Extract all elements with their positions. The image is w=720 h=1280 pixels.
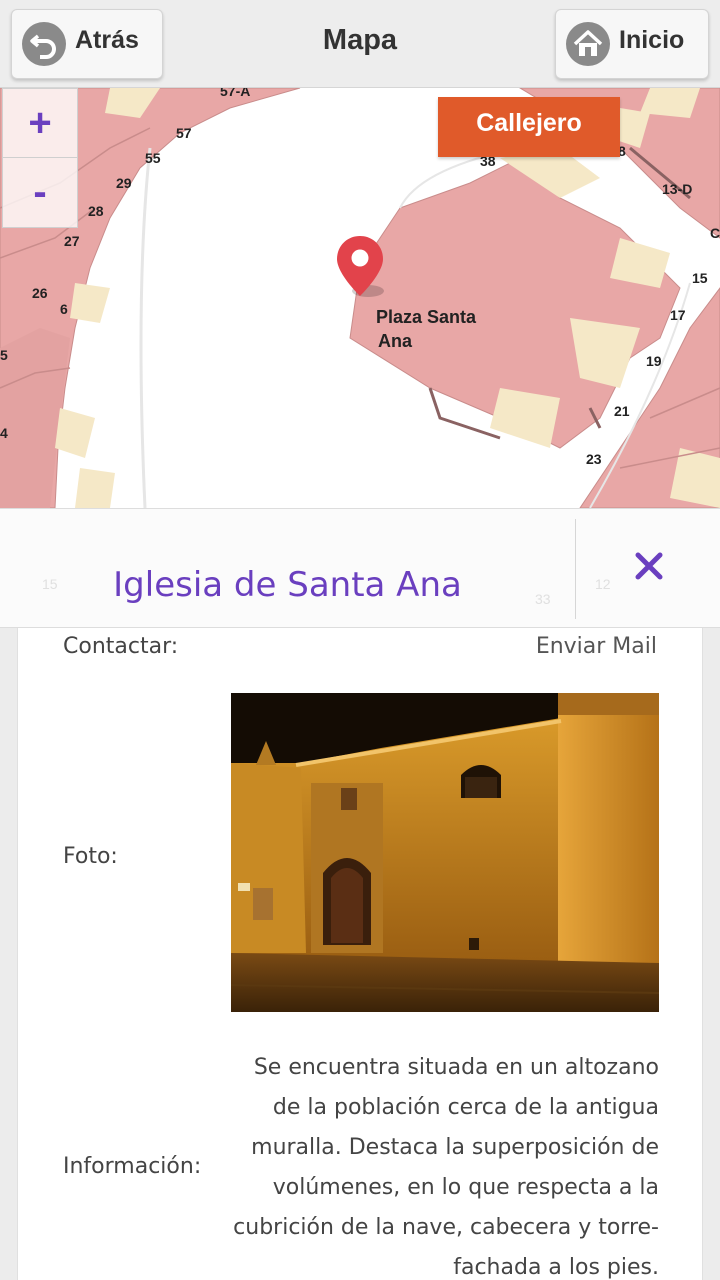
app-root: Atrás Mapa Inicio 57-A 57 55 29 28 27 26…: [0, 0, 720, 1280]
callejero-button[interactable]: Callejero: [438, 97, 620, 157]
place-details-card: Contactar: Enviar Mail Foto: Información…: [17, 628, 703, 1280]
zoom-out-button[interactable]: -: [3, 158, 77, 227]
home-icon: [566, 22, 610, 66]
house-number: 15: [692, 270, 708, 286]
church-photo[interactable]: [231, 693, 659, 1012]
place-panel-header: 15 12 33 Iglesia de Santa Ana: [0, 508, 720, 628]
info-line: de la población cerca de la antigua: [272, 1095, 659, 1120]
divider: [575, 519, 576, 619]
house-number: 27: [64, 233, 80, 249]
info-line: muralla. Destaca la superposición de: [251, 1135, 659, 1160]
zoom-in-button[interactable]: +: [3, 89, 77, 158]
info-line: fachada a los pies.: [453, 1255, 659, 1280]
house-number: 57-A: [220, 88, 250, 99]
top-bar: Atrás Mapa Inicio: [0, 0, 720, 88]
info-label: Información:: [63, 1154, 202, 1179]
place-name: Iglesia de Santa Ana: [113, 565, 462, 605]
house-number: 5: [0, 347, 8, 363]
send-mail-link[interactable]: Enviar Mail: [536, 634, 657, 659]
house-number: 13-D: [662, 181, 692, 197]
house-number: 55: [145, 150, 161, 166]
info-description: Se encuentra situada en un altozano de l…: [223, 1048, 659, 1280]
house-number: C: [710, 225, 720, 241]
house-number: 57: [176, 125, 192, 141]
info-line: volúmenes, en lo que respecta a la: [272, 1175, 659, 1200]
house-number: 29: [116, 175, 132, 191]
house-number: 19: [646, 353, 662, 369]
photo-label: Foto:: [63, 844, 118, 869]
home-button-label: Inicio: [619, 25, 685, 54]
house-number: 17: [670, 307, 686, 323]
info-line: Se encuentra situada en un altozano: [253, 1055, 659, 1080]
house-number: 28: [88, 203, 104, 219]
house-number: 23: [586, 451, 602, 467]
close-button[interactable]: [624, 541, 674, 591]
close-x-icon: [635, 552, 663, 580]
contact-label: Contactar:: [63, 634, 179, 659]
zoom-control: + -: [2, 88, 78, 228]
house-number: 21: [614, 403, 630, 419]
house-number: 26: [32, 285, 48, 301]
house-number: 6: [60, 301, 68, 317]
church-photo-image: [231, 693, 659, 1012]
place-label: Plaza Santa: [376, 307, 477, 327]
faded-house-number: 12: [595, 576, 611, 592]
house-number: 4: [0, 425, 8, 441]
info-line: cubrición de la nave, cabecera y torre-: [233, 1215, 659, 1240]
home-button[interactable]: Inicio: [555, 9, 709, 79]
place-label: Ana: [378, 331, 413, 351]
